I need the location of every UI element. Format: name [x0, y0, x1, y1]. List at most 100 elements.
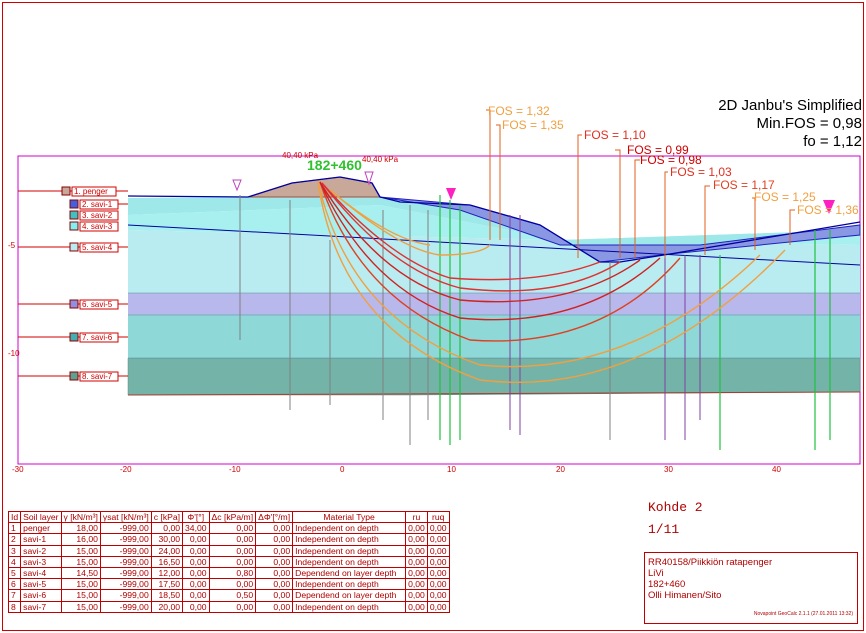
col-header: Id: [7, 510, 22, 524]
x-tick: 40: [772, 465, 781, 474]
table-cell: Independent on depth: [292, 533, 407, 546]
table-cell: 0,80: [208, 566, 257, 580]
table-cell: 0,00: [255, 578, 294, 591]
layer-tags: 1. penger 2. savi-1 3. savi-2 4. savi-3 …: [18, 186, 128, 382]
layer-savi-6: [128, 315, 860, 358]
table-cell: savi-3: [20, 555, 62, 568]
x-tick: 0: [340, 465, 345, 474]
table-cell: 0,00: [426, 555, 450, 568]
table-cell: 16,50: [150, 555, 184, 568]
table-cell: 0,00: [182, 533, 210, 546]
table-cell: penger: [20, 522, 62, 535]
svg-text:5. savi-4: 5. savi-4: [82, 243, 113, 252]
table-cell: Independent on depth: [292, 544, 407, 557]
table-cell: 0,00: [255, 589, 294, 602]
table-cell: 0,00: [405, 533, 428, 546]
x-tick: -10: [229, 465, 241, 474]
layer-tag-savi-6: 7. savi-6: [18, 332, 128, 343]
fos-label: FOS = 1,25: [754, 190, 816, 204]
col-header: c [kPa]: [150, 510, 184, 524]
table-cell: 0,00: [182, 566, 210, 580]
table-cell: Dependend on layer depth: [292, 589, 407, 602]
table-cell: 15,00: [60, 555, 101, 568]
col-header: Soil layer: [20, 510, 62, 524]
table-cell: Independent on depth: [292, 522, 407, 535]
table-row: 8 savi-7 15,00 -999,00 20,00 0,00 0,00 0,00 Inde…: [7, 600, 450, 613]
table-cell: -999,00: [99, 544, 152, 557]
table-cell: 5: [7, 566, 22, 580]
project-name: RR40158/Piikkiön ratapenger: [648, 557, 773, 568]
table-cell: 30,00: [150, 533, 184, 546]
table-cell: 0,00: [208, 544, 257, 557]
table-cell: savi-1: [20, 533, 62, 546]
col-header: ΔΦ'[°/m]: [255, 510, 294, 524]
table-cell: Independent on depth: [292, 600, 407, 613]
table-cell: 24,00: [150, 544, 184, 557]
y-tick: -5: [8, 241, 16, 250]
col-header: Δc [kPa/m]: [208, 510, 257, 524]
x-tick: -20: [120, 465, 132, 474]
table-cell: 15,00: [60, 600, 101, 613]
table-cell: 0,00: [255, 600, 294, 613]
table-cell: 3: [7, 544, 22, 557]
table-row: 7 savi-6 15,00 -999,00 18,50 0,00 0,50 0,00 Depe…: [7, 589, 450, 602]
table-cell: 0,00: [426, 544, 450, 557]
table-cell: savi-4: [20, 566, 62, 580]
drawing-sheet: 2D Janbu's Simplified Min.FOS = 0,98 fo …: [0, 0, 866, 633]
table-cell: 0,00: [208, 600, 257, 613]
table-cell: 0,00: [208, 555, 257, 568]
table-cell: 0,00: [255, 533, 294, 546]
table-row: 6 savi-5 15,00 -999,00 17,50 0,00 0,00 0,00 Inde…: [7, 578, 450, 591]
svg-text:1. penger: 1. penger: [74, 187, 108, 196]
y-tick: -10: [8, 349, 20, 358]
table-cell: 18,00: [60, 522, 101, 535]
table-cell: savi-2: [20, 544, 62, 557]
table-row: 3 savi-2 15,00 -999,00 24,00 0,00 0,00 0,00 Inde…: [7, 544, 450, 557]
x-axis: -30 -20 -10 0 10 20 30 40: [12, 465, 781, 474]
kohde-title: Kohde 2: [648, 500, 703, 515]
table-cell: 0,00: [405, 600, 428, 613]
table-cell: 8: [7, 600, 22, 613]
layer-tag-savi-7: 8. savi-7: [18, 371, 128, 382]
table-cell: 0,00: [208, 533, 257, 546]
svg-text:3. savi-2: 3. savi-2: [82, 211, 113, 220]
layer-tag-savi-3: 4. savi-3: [69, 221, 119, 232]
table-cell: 4: [7, 555, 22, 568]
col-header: γsat [kN/m³]: [99, 510, 152, 524]
table-cell: 7: [7, 589, 22, 602]
table-cell: 0,00: [426, 578, 450, 591]
table-cell: 18,50: [150, 589, 184, 602]
table-cell: 0,00: [405, 522, 428, 535]
table-cell: Independent on depth: [292, 555, 407, 568]
svg-text:4. savi-3: 4. savi-3: [82, 222, 113, 231]
svg-text:8. savi-7: 8. savi-7: [82, 372, 113, 381]
table-cell: -999,00: [99, 589, 152, 602]
cross-section-profile: 40,40 kPa 40,40 kPa 182+460 FOS = 1,32 F…: [8, 104, 861, 474]
table-cell: 0,00: [182, 555, 210, 568]
table-cell: 12,00: [150, 566, 184, 580]
title-block: RR40158/Piikkiön ratapenger LiVi 182+460…: [644, 552, 858, 624]
x-tick: 30: [664, 465, 673, 474]
col-header: Φ'[°]: [182, 510, 210, 524]
table-cell: 15,00: [60, 544, 101, 557]
table-cell: savi-6: [20, 589, 62, 602]
station-id: 182+460: [648, 579, 686, 590]
table-cell: 0,00: [405, 589, 428, 602]
table-cell: 0,00: [405, 566, 428, 580]
client-name: LiVi: [648, 568, 664, 579]
table-cell: 14,50: [60, 566, 101, 580]
station-label: 182+460: [307, 157, 362, 173]
layer-savi-5: [128, 293, 860, 315]
x-tick: 10: [447, 465, 456, 474]
table-cell: 0,00: [182, 589, 210, 602]
layer-savi-7: [127, 357, 861, 396]
svg-text:2. savi-1: 2. savi-1: [82, 200, 113, 209]
table-cell: 0,00: [405, 544, 428, 557]
fos-label: FOS = 1,10: [584, 128, 646, 142]
table-cell: savi-5: [20, 578, 62, 591]
col-header: ruq: [426, 510, 450, 524]
col-header: Material Type: [292, 510, 407, 524]
table-cell: Dependend on layer depth: [292, 566, 407, 580]
table-cell: 16,00: [60, 533, 101, 546]
sheet-number: 1/11: [648, 522, 680, 537]
